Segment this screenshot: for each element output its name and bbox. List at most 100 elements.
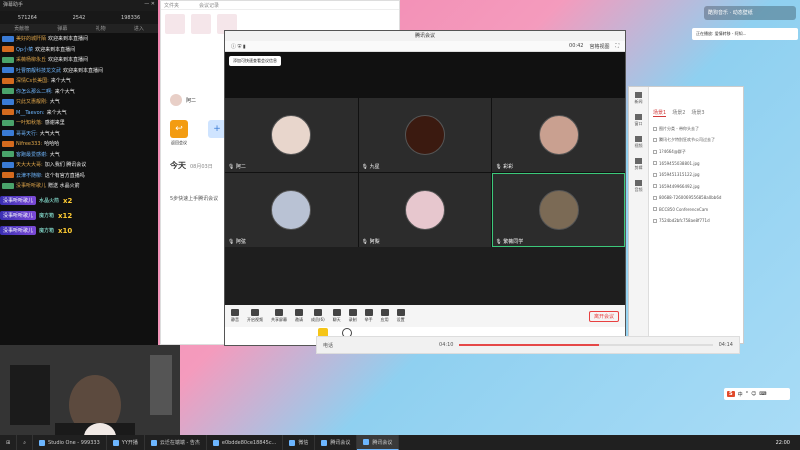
chat-message[interactable]: 一叶知秋落: 感谢来里 — [2, 118, 156, 129]
ime-item[interactable]: ° — [746, 391, 749, 397]
return-meeting-button[interactable]: ↩ 返回会议 — [170, 120, 188, 146]
chat-button[interactable]: 聊天 — [332, 309, 341, 323]
chat-tab[interactable]: 礼物 — [96, 25, 106, 32]
chat-message[interactable]: 云津不随柳: 这个有官方直播吗 — [2, 171, 156, 182]
source-checkbox[interactable] — [653, 172, 657, 177]
source-item[interactable]: 80688-7260069556858a0bb6d — [653, 192, 743, 204]
participant-tile[interactable]: 🎙 阿弦 — [225, 173, 358, 247]
chat-window-controls[interactable]: — ✕ — [144, 1, 155, 10]
chat-username[interactable]: 天大大大哥: — [16, 162, 43, 168]
source-item[interactable]: BCC850 ConferenceCam — [653, 204, 743, 216]
chat-username[interactable]: 哥哥天行: — [16, 131, 38, 137]
participant-tile[interactable]: 🎙 繁薇同学 — [492, 173, 625, 247]
leave-meeting-button[interactable]: 离开会议 — [588, 310, 619, 322]
members-button[interactable]: 成员(6) — [311, 309, 325, 323]
view-switch[interactable]: 宫格视图 — [589, 43, 609, 50]
source-checkbox[interactable] — [653, 149, 657, 154]
source-type-1[interactable]: 窗口 — [629, 109, 648, 131]
fullscreen-icon[interactable]: ⛶ — [615, 43, 619, 50]
source-item[interactable]: 图片分类 - 带你头去了 — [653, 123, 743, 135]
source-checkbox[interactable] — [653, 126, 657, 131]
chat-message[interactable]: 美好的城阡陌 欢迎来到本直播间 — [2, 34, 156, 45]
desktop-thumb[interactable] — [191, 14, 211, 34]
chat-username[interactable]: Nifree333: — [16, 141, 42, 147]
chat-message[interactable]: M__Taevon: 来个大气 — [2, 108, 156, 119]
chat-message[interactable]: 采薇杨柳永丘 欢迎来到本直播间 — [2, 55, 156, 66]
scene-tab[interactable]: 场景1 — [653, 109, 667, 117]
chat-username[interactable]: M__Taevon: — [16, 110, 45, 116]
ime-item[interactable]: ☺ — [751, 391, 756, 397]
participant-tile[interactable]: 🎙 阿梨 — [358, 173, 492, 247]
ime-item[interactable]: 中 — [738, 391, 743, 398]
scene-tab[interactable]: 场景2 — [672, 109, 685, 117]
chat-tab[interactable]: 贡献榜 — [14, 25, 29, 32]
taskbar-app[interactable]: 云迁在端端 - 告杰 — [145, 435, 207, 450]
chat-username[interactable]: 一叶知秋落: — [16, 120, 43, 126]
chat-username[interactable]: 云津不随柳: — [16, 173, 43, 179]
record-button[interactable]: 录制 — [348, 309, 357, 323]
source-type-2[interactable]: 视频 — [629, 131, 648, 153]
mic-button[interactable]: 静音 — [231, 309, 239, 323]
music-widget[interactable]: 酷狗音乐 · 动态壁纸 — [704, 6, 796, 20]
source-item[interactable]: 1?4664@群子 — [653, 146, 743, 158]
chat-message[interactable]: 只此又惠靓刚: 大气 — [2, 97, 156, 108]
share-button[interactable]: 共享屏幕 — [271, 309, 287, 323]
participant-tile[interactable]: 🎙 九星 — [358, 98, 492, 172]
lobby-tab[interactable]: 文件夹 — [164, 2, 179, 9]
source-type-4[interactable]: 音频 — [629, 175, 648, 197]
taskbar-app[interactable]: 腾讯会议 — [315, 435, 358, 450]
quick-start-tip[interactable]: 5步快速上手腾讯会议 — [170, 195, 218, 202]
start-button[interactable]: ⊞ — [0, 435, 18, 450]
source-item[interactable]: 腾讯七夕特别狂欢节公司过去了 — [653, 135, 743, 147]
chat-username[interactable]: 采薇杨柳永丘 — [16, 57, 46, 63]
hand-button[interactable]: 举手 — [364, 309, 373, 323]
chat-message[interactable]: 哥哥天行: 大气大气 — [2, 129, 156, 140]
participant-tile[interactable]: 🎙 彩彩 — [492, 98, 625, 172]
source-checkbox[interactable] — [653, 207, 657, 212]
source-checkbox[interactable] — [653, 184, 657, 189]
source-type-3[interactable]: 剪辑 — [629, 153, 648, 175]
chat-message[interactable]: 客跑最爱感谢: 大气 — [2, 150, 156, 161]
taskbar-app[interactable]: Studio One - 999333 — [33, 435, 107, 450]
chat-username[interactable]: 深情Cs长美国: — [16, 78, 49, 84]
settings-button[interactable]: 设置 — [396, 309, 405, 323]
source-checkbox[interactable] — [653, 138, 657, 143]
chat-username[interactable]: 没事听听歌儿 — [16, 183, 46, 189]
chat-username[interactable]: 美好的城阡陌 — [16, 36, 46, 42]
taskbar-app[interactable]: YY开播 — [107, 435, 145, 450]
participant-tile[interactable]: 🎙 阿二 — [225, 98, 358, 172]
source-item[interactable]: 7524bd2bfc758ae8f771d — [653, 215, 743, 227]
chat-username[interactable]: 你怎么那么二啊: — [16, 89, 53, 95]
source-checkbox[interactable] — [653, 195, 657, 200]
chat-message[interactable]: 吐曹丽靓科技龙文武 欢迎来到本直播间 — [2, 66, 156, 77]
camera-button[interactable]: 开启视频 — [247, 309, 263, 323]
chat-message[interactable]: Nifree333: 哈哈哈 — [2, 139, 156, 150]
ime-toolbar[interactable]: S 中 ° ☺ ⌨ — [724, 388, 790, 400]
chat-username[interactable]: 客跑最爱感谢: — [16, 152, 48, 158]
notification-bar[interactable]: 正在播放: 爱情转移 - 阿知... — [692, 28, 798, 40]
scene-tab[interactable]: 场景3 — [691, 109, 704, 117]
chat-username[interactable]: 只此又惠靓刚: — [16, 99, 48, 105]
source-item[interactable]: 1659451315122.jpg — [653, 169, 743, 181]
chat-tab[interactable]: 弹幕 — [57, 25, 67, 32]
chat-tab[interactable]: 进入 — [134, 25, 144, 32]
invite-button[interactable]: 邀请 — [295, 309, 303, 323]
chat-message[interactable]: 没事听听歌儿 赠送 水晶火箭 — [2, 181, 156, 192]
chat-message[interactable]: 你怎么那么二啊: 来个大气 — [2, 87, 156, 98]
source-checkbox[interactable] — [653, 161, 657, 166]
apps-button[interactable]: 应用 — [380, 309, 389, 323]
info-icon[interactable]: ⓘ ⛨ ▮ — [231, 43, 246, 50]
lobby-tab[interactable]: 会议记录 — [199, 2, 219, 9]
chat-message[interactable]: 天大大大哥: 加入我们 腾讯会议 — [2, 160, 156, 171]
progress-bar[interactable] — [459, 344, 713, 346]
taskbar-app[interactable]: 微信 — [283, 435, 316, 450]
source-item[interactable]: 1659449966492.jpg — [653, 181, 743, 193]
source-item[interactable]: 1659455038801.jpg — [653, 158, 743, 170]
taskbar-app[interactable]: 腾讯会议 — [357, 435, 400, 450]
search-icon[interactable]: ⌕ — [17, 435, 34, 450]
source-checkbox[interactable] — [653, 218, 657, 223]
chat-message[interactable]: Qp小菜 欢迎来到本直播间 — [2, 45, 156, 56]
source-type-0[interactable]: 新闻 — [629, 87, 648, 109]
ime-item[interactable]: ⌨ — [759, 391, 766, 397]
chat-username[interactable]: Qp小菜 — [16, 47, 33, 53]
